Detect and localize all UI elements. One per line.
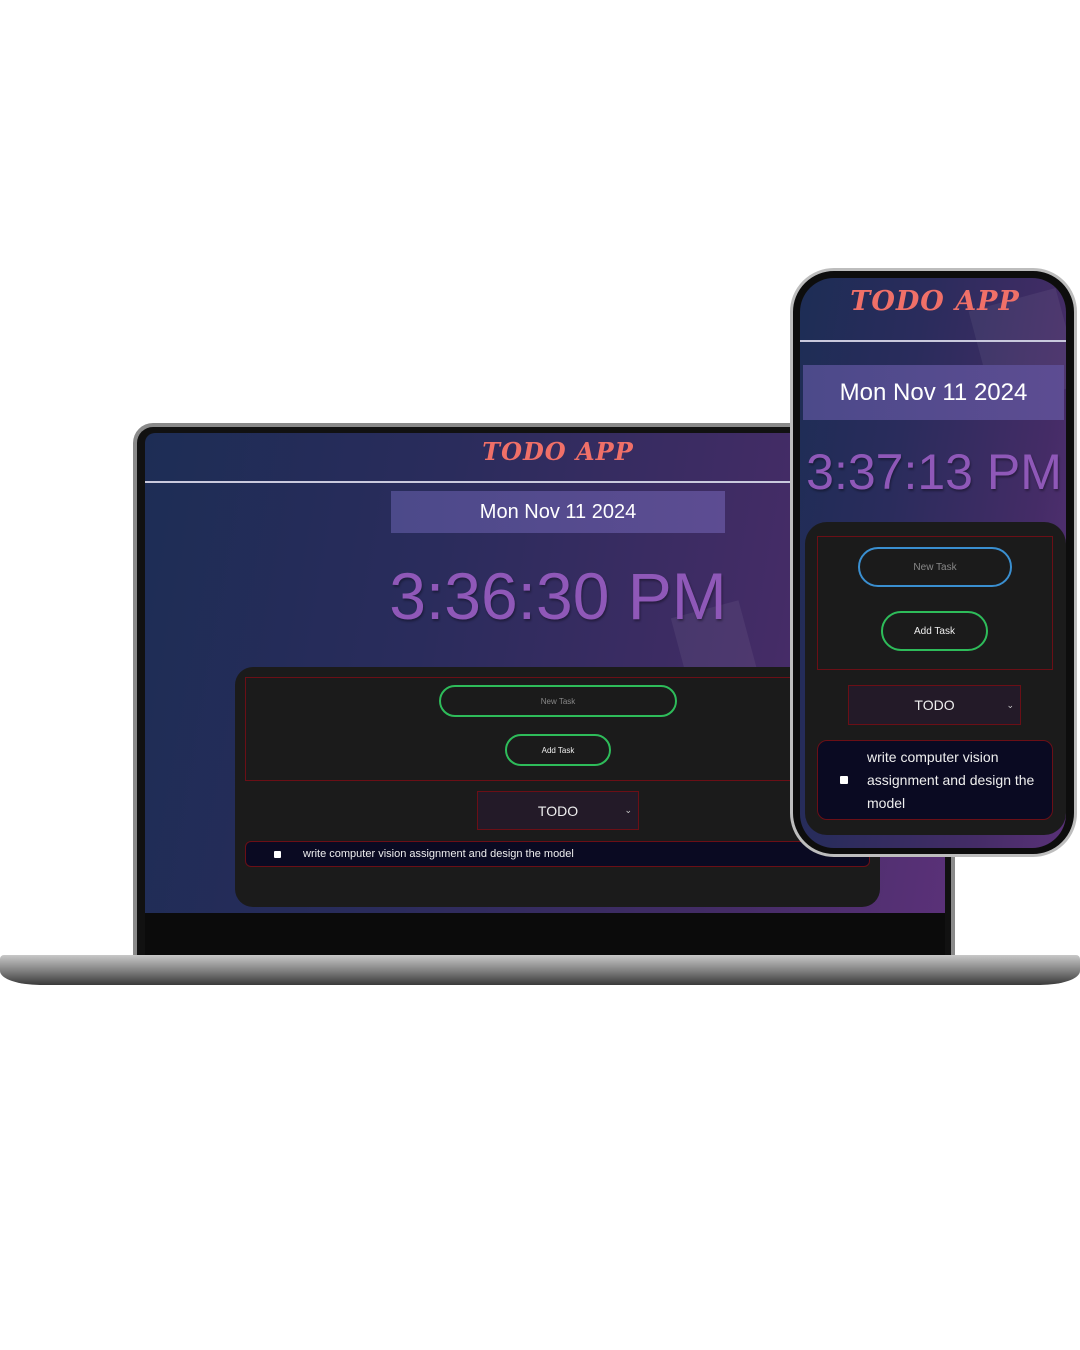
filter-select[interactable]: TODO ⌄ [848, 685, 1021, 725]
task-item: write computer vision assignment and des… [245, 841, 870, 867]
todo-panel: New Task Add Task TODO ⌄ write computer … [235, 667, 880, 907]
filter-selected-value: TODO [914, 697, 955, 713]
new-task-input[interactable]: New Task [858, 547, 1012, 587]
task-checkbox[interactable] [840, 776, 848, 784]
chevron-down-icon: ⌄ [624, 805, 632, 815]
filter-select[interactable]: TODO ⌄ [477, 791, 639, 830]
task-item: write computer vision assignment and des… [817, 740, 1053, 820]
add-task-button[interactable]: Add Task [505, 734, 611, 766]
filter-selected-value: TODO [537, 802, 579, 819]
header-divider [800, 340, 1066, 342]
new-task-input[interactable]: New Task [439, 685, 677, 717]
app-title: TODO APP [850, 286, 1020, 317]
phone-screen: TODO APP Mon Nov 11 2024 3:37:13 PM New … [800, 278, 1066, 848]
laptop-keyboard-area [145, 913, 945, 957]
task-checkbox[interactable] [274, 850, 281, 858]
date-display: Mon Nov 11 2024 [803, 365, 1064, 420]
todo-panel: New Task Add Task TODO ⌄ write computer … [805, 522, 1066, 835]
clock-display: 3:37:13 PM [806, 444, 1062, 500]
chevron-down-icon: ⌄ [1006, 699, 1014, 710]
clock-display: 3:36:30 PM [389, 559, 727, 633]
task-text: write computer vision assignment and des… [303, 848, 574, 860]
task-text: write computer vision assignment and des… [867, 748, 1035, 811]
laptop-base [0, 955, 1080, 985]
date-display: Mon Nov 11 2024 [391, 491, 725, 533]
add-task-button[interactable]: Add Task [881, 611, 988, 651]
